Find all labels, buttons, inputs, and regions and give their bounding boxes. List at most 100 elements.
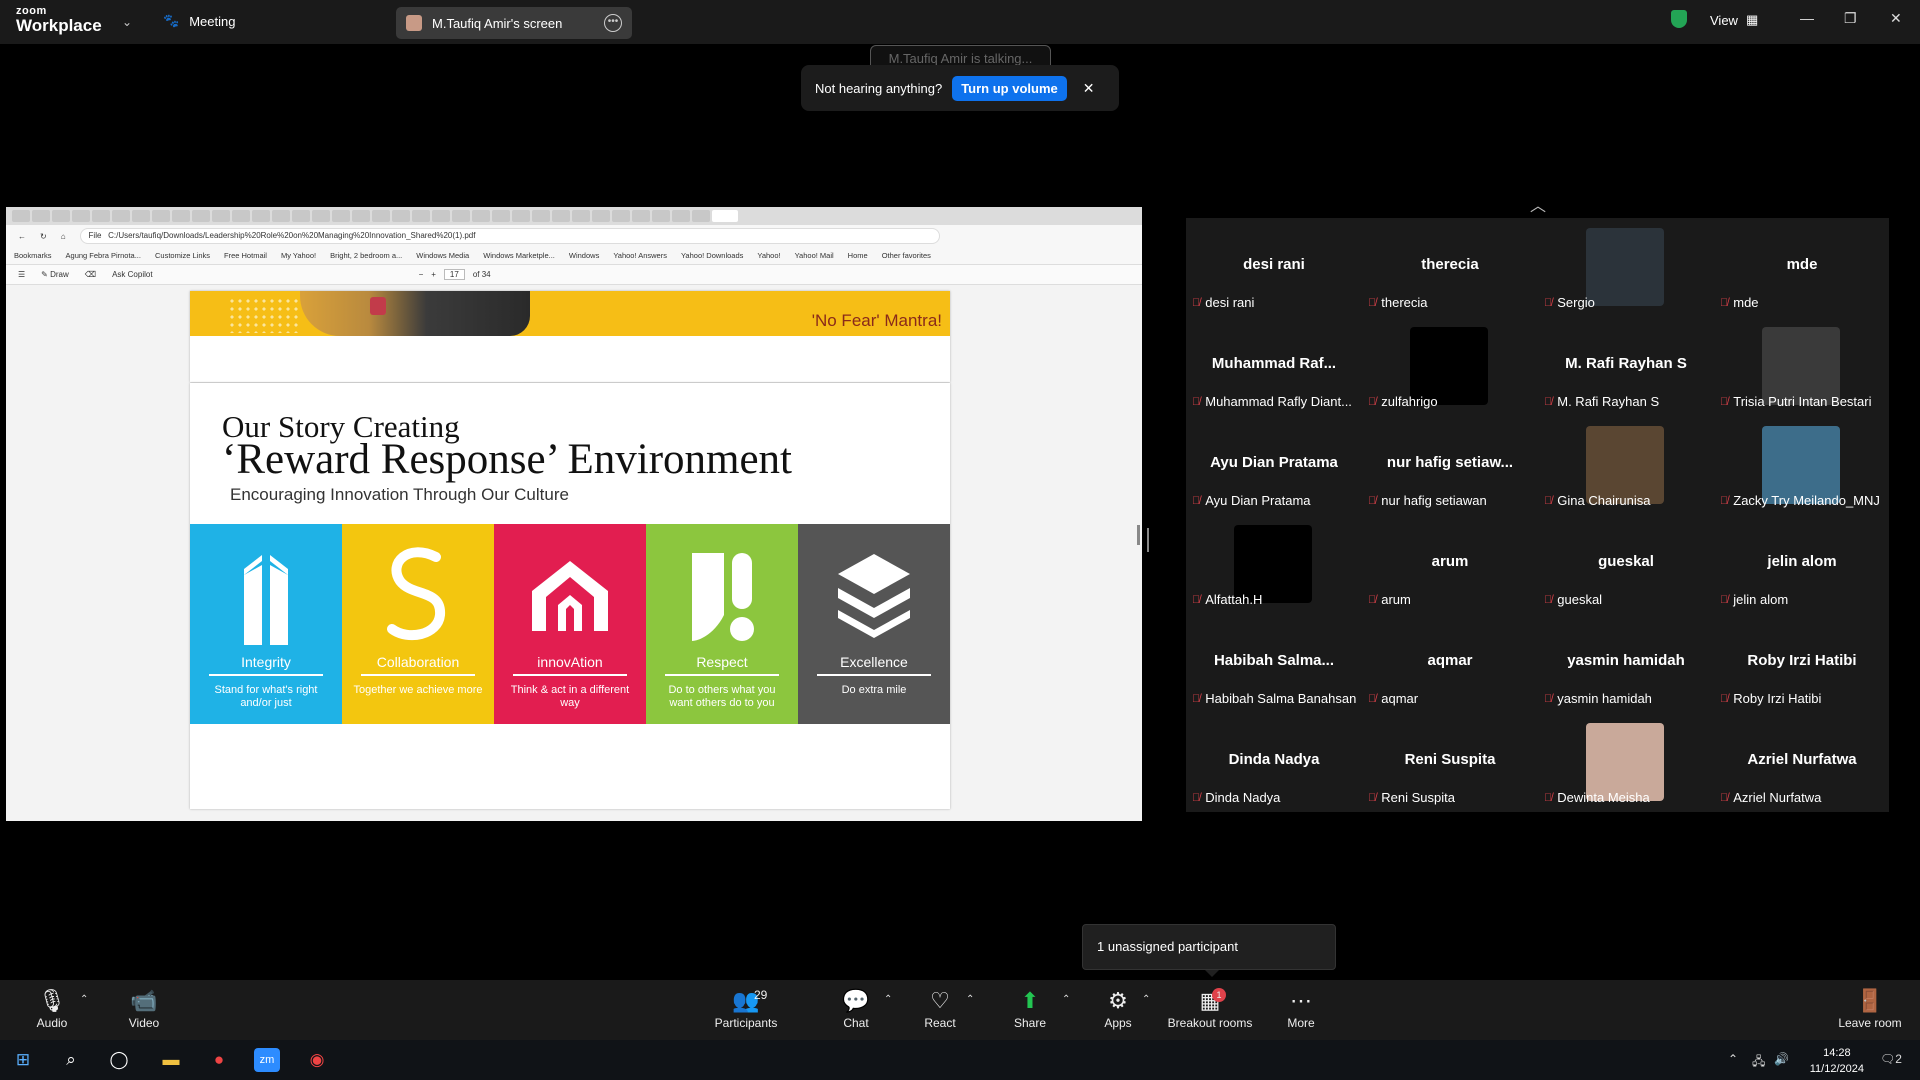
mic-muted-icon: 🎙̸ bbox=[1720, 296, 1729, 309]
participant-name-label: 🎙̸ Reni Suspita bbox=[1368, 790, 1455, 805]
view-button[interactable]: View ▦ bbox=[1710, 12, 1758, 28]
participants-button[interactable]: 👥 29 Participants bbox=[698, 988, 794, 1030]
participant-tile[interactable]: desi rani 🎙̸ desi rani bbox=[1186, 218, 1362, 317]
participant-tile[interactable]: Dinda Nadya 🎙̸ Dinda Nadya bbox=[1186, 713, 1362, 812]
shared-screen[interactable]: ← ↻ ⌂ File C:/Users/taufiq/Downloads/Lea… bbox=[6, 207, 1142, 821]
participant-display-name: jelin alom bbox=[1767, 553, 1837, 570]
participant-video bbox=[1586, 228, 1664, 306]
participant-tile[interactable]: Roby Irzi Hatibi 🎙̸ Roby Irzi Hatibi bbox=[1714, 614, 1890, 713]
chrome-icon-2[interactable]: ◉ bbox=[304, 1048, 330, 1072]
mic-muted-icon: 🎙̸ bbox=[1720, 494, 1729, 507]
bookmark-item: Windows bbox=[568, 251, 600, 260]
participant-tile[interactable]: arum 🎙̸ arum bbox=[1362, 515, 1538, 614]
participant-tile[interactable]: gueskal 🎙̸ gueskal bbox=[1538, 515, 1714, 614]
participant-tile[interactable]: 🎙̸ Trisia Putri Intan Bestari bbox=[1714, 317, 1890, 416]
more-button[interactable]: ⋯ More bbox=[1253, 988, 1349, 1030]
participant-tile[interactable]: Reni Suspita 🎙̸ Reni Suspita bbox=[1362, 713, 1538, 812]
mic-muted-icon: 🎙̸ bbox=[1544, 494, 1553, 507]
participant-tile[interactable]: Azriel Nurfatwa 🎙̸ Azriel Nurfatwa bbox=[1714, 713, 1890, 812]
volume-icon[interactable]: 🔊 bbox=[1774, 1052, 1789, 1066]
participant-display-name: mde bbox=[1786, 256, 1818, 273]
participant-tile[interactable]: Muhammad Raf... 🎙̸ Muhammad Rafly Diant... bbox=[1186, 317, 1362, 416]
participant-name-label: 🎙̸ gueskal bbox=[1544, 592, 1603, 607]
participant-tile[interactable]: Habibah Salma... 🎙̸ Habibah Salma Banahsan bbox=[1186, 614, 1362, 713]
participant-tile[interactable]: aqmar 🎙̸ aqmar bbox=[1362, 614, 1538, 713]
leave-room-button[interactable]: 🚪 Leave room bbox=[1822, 988, 1918, 1030]
windows-start-icon[interactable]: ⊞ bbox=[10, 1048, 36, 1072]
mic-muted-icon: 🎙̸ bbox=[1544, 791, 1553, 804]
participant-display-name: Dinda Nadya bbox=[1228, 751, 1320, 768]
home-icon: ⌂ bbox=[60, 231, 66, 241]
split-handle[interactable] bbox=[1147, 528, 1149, 552]
participant-tile[interactable]: Ayu Dian Pratama 🎙̸ Ayu Dian Pratama bbox=[1186, 416, 1362, 515]
mic-muted-icon: 🎙̸ bbox=[1192, 593, 1201, 606]
bookmark-item: Customize Links bbox=[154, 251, 211, 260]
participant-tile[interactable]: 🎙̸ Alfattah.H bbox=[1186, 515, 1362, 614]
pdf-toolbar: ☰ ✎ Draw ⌫ Ask Copilot − + 17 of 34 bbox=[6, 265, 1142, 285]
bookmark-item: Agung Febra Pirnota... bbox=[65, 251, 141, 260]
scrollbar-thumb[interactable] bbox=[1137, 525, 1140, 545]
close-icon[interactable]: ✕ bbox=[1890, 10, 1902, 27]
participant-display-name: Ayu Dian Pratama bbox=[1210, 454, 1338, 471]
react-caret-icon[interactable]: ⌃ bbox=[966, 994, 974, 1005]
chrome-icon[interactable]: ● bbox=[206, 1048, 232, 1072]
bookmark-item: My Yahoo! bbox=[280, 251, 317, 260]
chevron-down-icon[interactable]: ⌄ bbox=[122, 15, 132, 29]
draw-tool: ✎ Draw bbox=[41, 270, 69, 279]
audio-caret-icon[interactable]: ⌃ bbox=[80, 994, 88, 1005]
participant-count: 29 bbox=[754, 988, 768, 1002]
participant-name-label: 🎙̸ desi rani bbox=[1192, 295, 1255, 310]
chevron-up-icon[interactable]: ︿ bbox=[1530, 192, 1546, 216]
participant-display-name: yasmin hamidah bbox=[1567, 652, 1685, 669]
participant-tile[interactable]: jelin alom 🎙̸ jelin alom bbox=[1714, 515, 1890, 614]
grid-icon: ▦ bbox=[1745, 12, 1759, 27]
mic-muted-icon: 🎙̸ bbox=[1192, 494, 1201, 507]
participant-name-label: 🎙̸ Alfattah.H bbox=[1192, 592, 1263, 607]
minimize-icon[interactable]: — bbox=[1800, 10, 1814, 26]
network-icon[interactable]: 🖧 bbox=[1752, 1052, 1765, 1073]
close-icon[interactable]: ✕ bbox=[1083, 80, 1095, 97]
bookmark-item: Yahoo! Mail bbox=[794, 251, 834, 260]
file-explorer-icon[interactable]: ▬ bbox=[158, 1048, 184, 1072]
breakout-rooms-button[interactable]: ▦ 1 Breakout rooms bbox=[1160, 988, 1260, 1030]
participant-tile[interactable]: 🎙̸ zulfahrigo bbox=[1362, 317, 1538, 416]
clock[interactable]: 14:28 11/12/2024 bbox=[1810, 1045, 1864, 1077]
tray-chevron-icon[interactable]: ⌃ bbox=[1728, 1052, 1738, 1066]
bookmark-item: Windows Marketple... bbox=[483, 251, 555, 260]
participant-tile[interactable]: 🎙̸ Dewinta Meisha bbox=[1538, 713, 1714, 812]
participant-tile[interactable]: nur hafig setiaw... 🎙̸ nur hafig setiawan bbox=[1362, 416, 1538, 515]
mic-muted-icon: 🎙̸ bbox=[1720, 692, 1729, 705]
participant-tile[interactable]: M. Rafi Rayhan S 🎙̸ M. Rafi Rayhan S bbox=[1538, 317, 1714, 416]
more-options-icon[interactable]: ••• bbox=[604, 14, 622, 32]
task-view-icon[interactable]: ◯ bbox=[106, 1048, 132, 1072]
bookmarks-bar: Bookmarks Agung Febra Pirnota... Customize… bbox=[6, 247, 1142, 265]
participant-tile[interactable]: 🎙̸ Gina Chairunisa bbox=[1538, 416, 1714, 515]
shared-screen-pill[interactable]: M.Taufiq Amir's screen ••• bbox=[396, 7, 632, 39]
url-field: File C:/Users/taufiq/Downloads/Leadershi… bbox=[79, 228, 940, 244]
zoom-app-icon[interactable]: zm bbox=[254, 1048, 280, 1072]
participant-tile[interactable]: yasmin hamidah 🎙̸ yasmin hamidah bbox=[1538, 614, 1714, 713]
unassigned-tooltip: 1 unassigned participant bbox=[1082, 924, 1336, 977]
encryption-shield-icon[interactable] bbox=[1671, 10, 1687, 28]
participant-tile[interactable]: 🎙̸ Sergio bbox=[1538, 218, 1714, 317]
participant-tile[interactable]: therecia 🎙̸ therecia bbox=[1362, 218, 1538, 317]
meeting-menu[interactable]: 🐾 Meeting bbox=[163, 13, 235, 29]
video-button[interactable]: 📹 Video bbox=[96, 988, 192, 1030]
participant-name-label: 🎙̸ jelin alom bbox=[1720, 592, 1789, 607]
windows-taskbar: ⊞ ⌕ ◯ ▬ ● zm ◉ ⌃ 🖧 🔊 14:28 11/12/2024 🗨2 bbox=[0, 1040, 1920, 1080]
participant-tile[interactable]: 🎙̸ Zacky Try Meilando_MNJ bbox=[1714, 416, 1890, 515]
mantra-text: 'No Fear' Mantra! bbox=[811, 311, 942, 330]
turn-up-volume-button[interactable]: Turn up volume bbox=[952, 75, 1067, 101]
innovation-icon bbox=[525, 540, 615, 650]
notification-icon[interactable]: 🗨2 bbox=[1880, 1052, 1902, 1066]
mic-muted-icon: 🎙̸ bbox=[1720, 395, 1729, 408]
apps-caret-icon[interactable]: ⌃ bbox=[1142, 994, 1150, 1005]
restore-icon[interactable]: ❐ bbox=[1844, 10, 1857, 27]
participant-name-label: 🎙̸ Zacky Try Meilando_MNJ bbox=[1720, 493, 1880, 508]
bookmark-item: Yahoo! bbox=[757, 251, 781, 260]
more-icon: ⋯ bbox=[1290, 988, 1312, 1013]
audio-toast: Not hearing anything? Turn up volume ✕ bbox=[801, 65, 1119, 111]
participant-tile[interactable]: mde 🎙̸ mde bbox=[1714, 218, 1890, 317]
apps-button[interactable]: ⚙ Apps bbox=[1070, 988, 1166, 1030]
search-icon[interactable]: ⌕ bbox=[58, 1048, 84, 1072]
